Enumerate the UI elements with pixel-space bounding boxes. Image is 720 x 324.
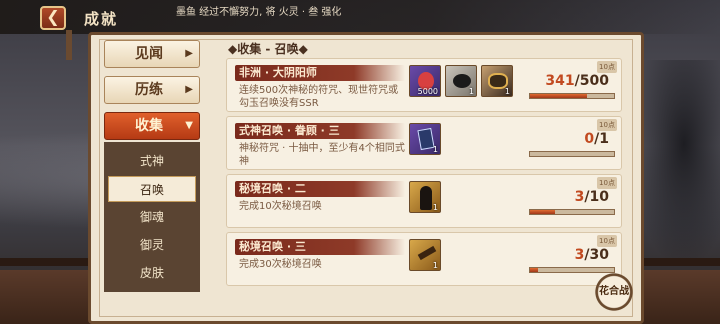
reward-qty: 5000 [417, 87, 438, 96]
reward-list: 1 [409, 239, 441, 273]
bell-item-icon [417, 245, 437, 261]
progress-count: 3/10 [574, 189, 609, 205]
category-jianwen[interactable]: 见闻 ▶ [104, 40, 200, 68]
subcategory-yuhun[interactable]: 御魂 [108, 204, 196, 230]
subcategory-zhaohuan[interactable]: 召唤 [108, 176, 196, 202]
back-arrow-icon: ❮ [46, 7, 60, 26]
lantern-post [66, 30, 72, 60]
progress-bar [529, 93, 615, 99]
chevron-right-icon: ▶ [185, 84, 193, 95]
progress-bar [529, 209, 615, 215]
category-label: 见闻 [135, 46, 163, 62]
progress-fill [530, 210, 556, 214]
announcement-ticker: 墨鱼 经过不懈努力, 将 火灵 · 叁 强化 [176, 7, 342, 18]
page-title: 成就 [84, 10, 119, 28]
category-lilian[interactable]: 历练 ▶ [104, 76, 200, 104]
back-button[interactable]: ❮ [40, 6, 66, 30]
points-badge: 10点 [597, 119, 617, 131]
reward-slot[interactable]: 1 [409, 239, 441, 271]
achievement-item[interactable]: 式神召唤 · 眷顾 · 三 神秘符咒 · 十抽中，至少有4个相同式神 1 10点… [226, 116, 622, 170]
chevron-down-icon: ▼ [185, 120, 193, 131]
subcategory-list: 式神 召唤 御魂 御灵 皮肤 [104, 142, 200, 292]
reward-qty: 1 [504, 87, 510, 96]
reward-qty: 1 [468, 87, 474, 96]
category-label: 历练 [135, 82, 163, 98]
progress-bar [529, 151, 615, 157]
reward-slot[interactable]: 1 [409, 123, 441, 155]
chevron-right-icon: ▶ [185, 48, 193, 59]
reward-qty: 1 [432, 145, 438, 154]
achievement-name: 秘境召唤 · 二 [239, 182, 306, 195]
hanagassen-button[interactable]: 花合战 [594, 272, 634, 312]
reward-qty: 1 [432, 203, 438, 212]
reward-slot[interactable]: 5000 [409, 65, 441, 97]
achievement-desc: 神秘符咒 · 十抽中，至少有4个相同式神 [239, 143, 405, 167]
points-badge: 10点 [597, 61, 617, 73]
achievement-item[interactable]: 非洲 · 大阴阳师 连续500次神秘的符咒、现世符咒或勾玉召唤没有SSR 500… [226, 58, 622, 112]
reward-list: 1 [409, 181, 441, 215]
subcategory-pifu[interactable]: 皮肤 [108, 260, 196, 286]
top-bar: ❮ 成就 墨鱼 经过不懈努力, 将 火灵 · 叁 强化 [0, 0, 720, 34]
reward-list: 1 [409, 123, 441, 157]
reward-slot[interactable]: 1 [409, 181, 441, 213]
progress-bar [529, 267, 615, 273]
achievement-item[interactable]: 秘境召唤 · 三 完成30次秘境召唤 1 10点 3/30 [226, 232, 622, 286]
achievement-name: 非洲 · 大阴阳师 [239, 66, 317, 79]
progress-fill [530, 268, 539, 272]
reward-slot[interactable]: 1 [445, 65, 477, 97]
section-title: ◆收集 - 召唤◆ [228, 42, 308, 56]
points-badge: 10点 [597, 235, 617, 247]
achievement-list: 非洲 · 大阴阳师 连续500次神秘的符咒、现世符咒或勾玉召唤没有SSR 500… [226, 58, 622, 290]
subcategory-yuling[interactable]: 御灵 [108, 232, 196, 258]
progress-fill [530, 94, 588, 98]
subcategory-shishen[interactable]: 式神 [108, 148, 196, 174]
achievement-name: 式神召唤 · 眷顾 · 三 [239, 124, 340, 137]
shikigami-figure-icon [420, 186, 432, 210]
achievement-desc: 完成10次秘境召唤 [239, 201, 322, 212]
progress-count: 0/1 [584, 131, 609, 147]
category-sidebar: 见闻 ▶ 历练 ▶ 收集 ▼ 式神 召唤 御魂 御灵 皮肤 [104, 40, 200, 292]
achievement-name: 秘境召唤 · 三 [239, 240, 306, 253]
reward-slot[interactable]: 1 [481, 65, 513, 97]
progress-count: 3/30 [574, 247, 609, 263]
points-badge: 10点 [597, 177, 617, 189]
progress-count: 341/500 [545, 73, 609, 89]
achievement-desc: 连续500次神秘的符咒、现世符咒或勾玉召唤没有SSR [239, 85, 399, 109]
reward-list: 5000 1 1 [409, 65, 513, 99]
mask-icon [453, 74, 471, 88]
achievement-item[interactable]: 秘境召唤 · 二 完成10次秘境召唤 1 10点 3/10 [226, 174, 622, 228]
achievement-desc: 完成30次秘境召唤 [239, 259, 322, 270]
category-shouji[interactable]: 收集 ▼ [104, 112, 200, 140]
reward-qty: 1 [432, 261, 438, 270]
category-label: 收集 [135, 118, 163, 134]
game-scene: ❮ 成就 墨鱼 经过不懈努力, 将 火灵 · 叁 强化 见闻 ▶ 历练 ▶ 收集… [0, 0, 720, 324]
